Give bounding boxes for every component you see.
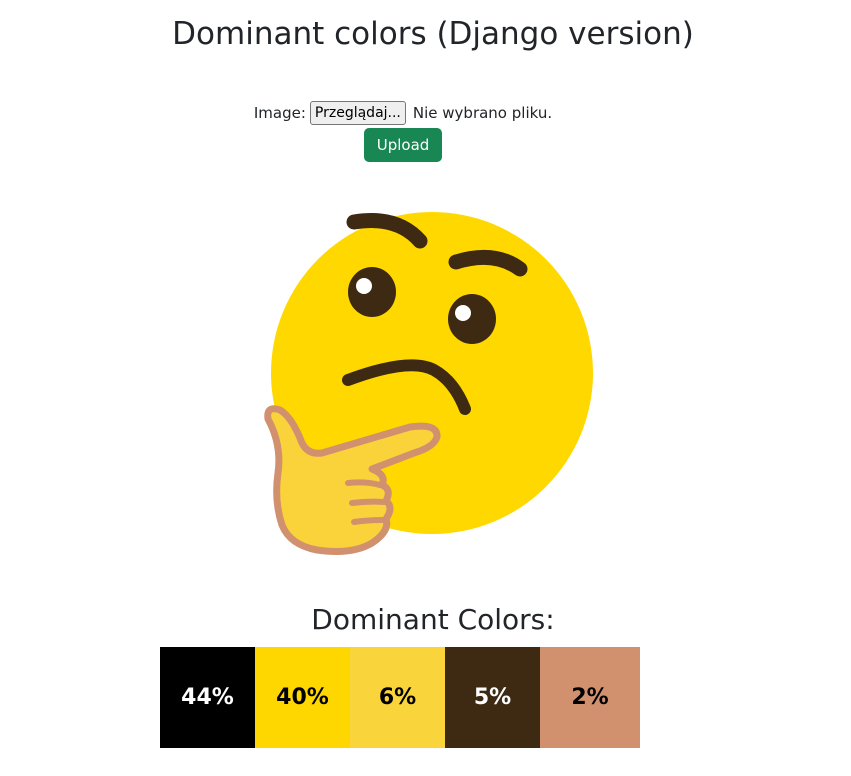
- right-eye-highlight: [455, 305, 471, 321]
- upload-form: Image: Przeglądaj... Nie wybrano pliku. …: [0, 101, 806, 162]
- page: Dominant colors (Django version) Image: …: [0, 0, 851, 776]
- color-swatch: 40%: [255, 647, 350, 748]
- page-title: Dominant colors (Django version): [172, 16, 694, 52]
- upload-button[interactable]: Upload: [363, 128, 443, 162]
- left-eye-highlight: [356, 278, 372, 294]
- color-swatch: 5%: [445, 647, 540, 748]
- uploaded-image-preview: [262, 205, 602, 561]
- image-label: Image:: [253, 104, 306, 122]
- color-swatches: 44% 40% 6% 5% 2%: [160, 647, 640, 748]
- swatch-percent: 2%: [571, 685, 609, 710]
- left-eye: [348, 267, 396, 317]
- color-swatch: 2%: [540, 647, 640, 748]
- file-input-row: Image: Przeglądaj... Nie wybrano pliku.: [254, 101, 552, 125]
- right-eye: [448, 294, 496, 344]
- dominant-colors-heading: Dominant Colors:: [311, 603, 555, 636]
- swatch-percent: 6%: [378, 685, 417, 710]
- file-status-text: Nie wybrano pliku.: [412, 104, 553, 122]
- swatch-percent: 44%: [181, 685, 234, 710]
- browse-button[interactable]: Przeglądaj...: [309, 101, 406, 125]
- finger-line-3: [351, 517, 387, 525]
- swatch-percent: 40%: [276, 685, 329, 710]
- finger-line-1: [345, 479, 383, 488]
- color-swatch: 44%: [160, 647, 255, 748]
- color-swatch: 6%: [350, 647, 445, 748]
- swatch-percent: 5%: [473, 685, 512, 710]
- thinking-face-emoji-icon: [264, 212, 593, 555]
- finger-line-2: [349, 498, 387, 506]
